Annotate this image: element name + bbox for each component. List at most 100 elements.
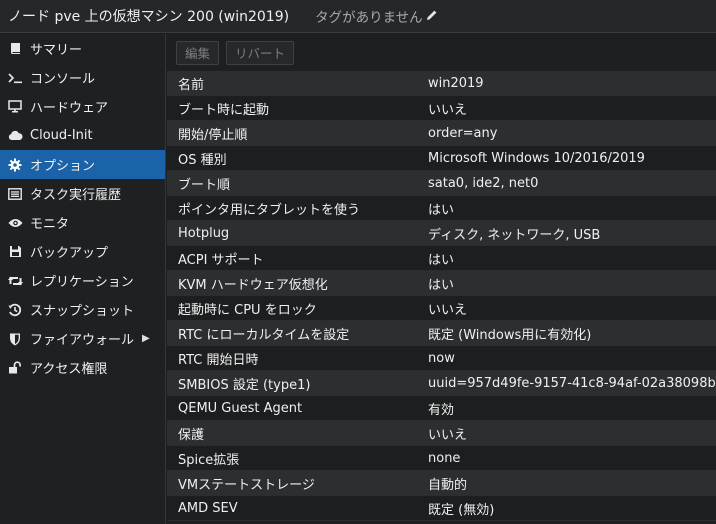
option-key: ブート時に起動 [178,102,270,118]
options-grid: 名前 win2019 ブート時に起動 いいえ 開始/停止順 order=any OS … [167,71,716,521]
option-key: 開始/停止順 [178,127,248,143]
toolbar: 編集 リバート [167,34,716,71]
monitor-icon [7,99,23,115]
option-value: 既定 (無効) [428,502,495,518]
table-row[interactable]: 起動時に CPU をロック いいえ [167,296,716,321]
sidebar-item-summary[interactable]: サマリー [0,34,165,63]
table-row[interactable]: Hotplug ディスク, ネットワーク, USB [167,221,716,246]
title-bar: ノード pve 上の仮想マシン 200 (win2019) タグがありません [0,0,716,33]
sidebar-item-console[interactable]: コンソール [0,63,165,92]
sidebar-item-label: レプリケーション [30,275,134,290]
sidebar-item-hardware[interactable]: ハードウェア [0,92,165,121]
table-row[interactable]: 保護 いいえ [167,421,716,446]
sidebar-item-permissions[interactable]: アクセス権限 [0,353,165,382]
sidebar-item-label: バックアップ [30,246,109,261]
retweet-icon [7,273,23,289]
tags-label: タグがありません [315,10,423,26]
sidebar-item-label: モニタ [30,217,70,232]
table-row[interactable]: ACPI サポート はい [167,246,716,271]
list-icon [7,186,23,202]
page-title: ノード pve 上の仮想マシン 200 (win2019) [8,9,290,25]
table-row[interactable]: Spice拡張 none [167,446,716,471]
option-key: OS 種別 [178,152,227,168]
sidebar-item-cloud-init[interactable]: Cloud-Init [0,121,165,150]
option-key: VMステートストレージ [178,477,315,493]
edit-button[interactable]: 編集 [176,40,220,65]
shield-icon [7,331,23,347]
option-value: none [428,450,461,466]
option-value: いいえ [428,427,468,443]
option-value: uuid=957d49fe-9157-41c8-94af-02a38098baf… [428,375,716,391]
option-value: 既定 (Windows用に有効化) [428,327,592,343]
sidebar-item-label: タスク実行履歴 [30,188,122,203]
option-value: win2019 [428,75,484,91]
option-key: RTC にローカルタイムを設定 [178,327,350,343]
table-row[interactable]: RTC 開始日時 now [167,346,716,371]
option-key: Spice拡張 [178,452,240,468]
sidebar-item-options[interactable]: オプション [0,150,165,179]
book-icon [7,41,23,57]
sidebar-item-snapshot[interactable]: スナップショット [0,295,165,324]
revert-button[interactable]: リバート [226,40,295,65]
table-row[interactable]: 名前 win2019 [167,71,716,96]
sidebar-item-label: サマリー [30,43,83,58]
sidebar-item-label: アクセス権限 [30,362,108,377]
sidebar-item-label: Cloud-Init [30,128,93,143]
option-key: Hotplug [178,225,230,241]
option-key: ブート順 [178,177,231,193]
table-row[interactable]: ポインタ用にタブレットを使う はい [167,196,716,221]
unlock-icon [7,360,23,376]
table-row[interactable]: ブート時に起動 いいえ [167,96,716,121]
option-key: 起動時に CPU をロック [178,302,317,318]
sidebar-item-label: コンソール [30,72,96,87]
sidebar-item-firewall[interactable]: ファイアウォール ▶ [0,324,165,353]
table-row[interactable]: VMステートストレージ 自動的 [167,471,716,496]
sidebar-item-backup[interactable]: バックアップ [0,237,165,266]
option-value: 自動的 [428,477,468,493]
option-key: 名前 [178,77,205,93]
sidebar-item-task-history[interactable]: タスク実行履歴 [0,179,165,208]
option-value: sata0, ide2, net0 [428,175,539,191]
option-value: いいえ [428,302,468,318]
option-value: ディスク, ネットワーク, USB [428,227,601,243]
floppy-icon [7,244,23,260]
cloud-icon [7,128,23,144]
tags-editor[interactable]: タグがありません [315,6,438,26]
table-row[interactable]: OS 種別 Microsoft Windows 10/2016/2019 [167,146,716,171]
table-row[interactable]: ブート順 sata0, ide2, net0 [167,171,716,196]
sidebar: サマリー コンソール ハードウェア Cloud-Init オプション タスク実行… [0,34,166,524]
eye-icon [7,215,23,231]
history-icon [7,302,23,318]
option-value: 有効 [428,402,455,418]
option-key: KVM ハードウェア仮想化 [178,277,328,293]
table-row[interactable]: 開始/停止順 order=any [167,121,716,146]
sidebar-item-replication[interactable]: レプリケーション [0,266,165,295]
option-value: Microsoft Windows 10/2016/2019 [428,150,645,166]
option-key: 保護 [178,427,205,443]
option-value: order=any [428,125,498,141]
sidebar-item-label: ファイアウォール [30,333,135,348]
table-row[interactable]: SMBIOS 設定 (type1) uuid=957d49fe-9157-41c8… [167,371,716,396]
option-value: はい [428,202,455,218]
terminal-icon [7,70,23,86]
option-value: はい [428,252,455,268]
caret-right-icon[interactable]: ▶ [142,333,150,344]
option-value: now [428,350,455,366]
sidebar-item-monitor[interactable]: モニタ [0,208,165,237]
option-value: はい [428,277,455,293]
sidebar-item-label: オプション [30,159,96,174]
pencil-icon[interactable] [426,9,438,24]
sidebar-item-label: ハードウェア [30,101,109,116]
table-row[interactable]: RTC にローカルタイムを設定 既定 (Windows用に有効化) [167,321,716,346]
options-panel: 編集 リバート 名前 win2019 ブート時に起動 いいえ 開始/停止順 order… [167,34,716,524]
option-key: AMD SEV [178,500,238,516]
table-row[interactable]: QEMU Guest Agent 有効 [167,396,716,421]
option-value: いいえ [428,102,468,118]
option-key: RTC 開始日時 [178,352,259,368]
sidebar-item-label: スナップショット [30,304,135,319]
table-row[interactable]: KVM ハードウェア仮想化 はい [167,271,716,296]
option-key: ポインタ用にタブレットを使う [178,202,361,218]
gear-icon [7,157,23,173]
table-row[interactable]: AMD SEV 既定 (無効) [167,496,716,521]
option-key: ACPI サポート [178,252,264,268]
